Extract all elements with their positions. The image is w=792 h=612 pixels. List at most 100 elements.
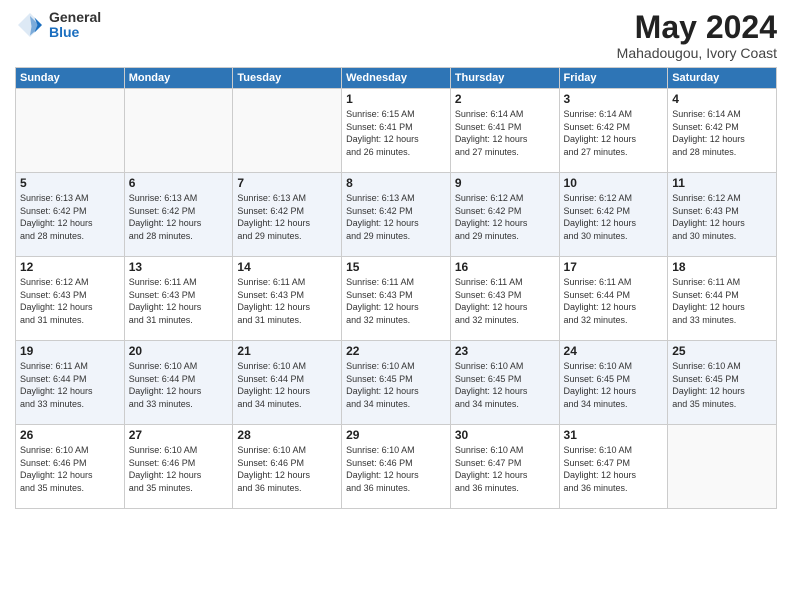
calendar-cell: 9 Sunrise: 6:12 AM Sunset: 6:42 PM Daylig… (450, 173, 559, 257)
cell-info: Sunrise: 6:10 AM Sunset: 6:46 PM Dayligh… (20, 444, 120, 494)
cell-info: Sunrise: 6:10 AM Sunset: 6:45 PM Dayligh… (455, 360, 555, 410)
calendar-cell: 27 Sunrise: 6:10 AM Sunset: 6:46 PM Dayli… (124, 425, 233, 509)
cell-info: Sunrise: 6:12 AM Sunset: 6:43 PM Dayligh… (672, 192, 772, 242)
day-number: 20 (129, 344, 229, 358)
calendar-cell: 18Sunrise: 6:11 AM Sunset: 6:44 PM Dayli… (668, 257, 777, 341)
location: Mahadougou, Ivory Coast (617, 45, 777, 61)
header-wednesday: Wednesday (342, 68, 451, 89)
day-number: 27 (129, 428, 229, 442)
calendar-cell: 2 Sunrise: 6:14 AM Sunset: 6:41 PM Daylig… (450, 89, 559, 173)
cell-info: Sunrise: 6:14 AM Sunset: 6:42 PM Dayligh… (564, 108, 664, 158)
calendar-cell: 7 Sunrise: 6:13 AM Sunset: 6:42 PM Daylig… (233, 173, 342, 257)
day-number: 14 (237, 260, 337, 274)
calendar-header-row: SundayMondayTuesdayWednesdayThursdayFrid… (16, 68, 777, 89)
week-row-0: 1 Sunrise: 6:15 AM Sunset: 6:41 PM Daylig… (16, 89, 777, 173)
month-year: May 2024 (617, 10, 777, 45)
cell-info: Sunrise: 6:14 AM Sunset: 6:41 PM Dayligh… (455, 108, 555, 158)
calendar-cell: 3 Sunrise: 6:14 AM Sunset: 6:42 PM Daylig… (559, 89, 668, 173)
logo-text: General Blue (49, 10, 101, 41)
header-tuesday: Tuesday (233, 68, 342, 89)
cell-info: Sunrise: 6:14 AM Sunset: 6:42 PM Dayligh… (672, 108, 772, 158)
cell-info: Sunrise: 6:12 AM Sunset: 6:43 PM Dayligh… (20, 276, 120, 326)
calendar-cell: 26 Sunrise: 6:10 AM Sunset: 6:46 PM Dayli… (16, 425, 125, 509)
calendar-cell: 10 Sunrise: 6:12 AM Sunset: 6:42 PM Dayli… (559, 173, 668, 257)
calendar-cell (124, 89, 233, 173)
day-number: 26 (20, 428, 120, 442)
day-number: 28 (237, 428, 337, 442)
cell-info: Sunrise: 6:10 AM Sunset: 6:45 PM Dayligh… (672, 360, 772, 410)
calendar-cell: 6Sunrise: 6:13 AM Sunset: 6:42 PM Daylig… (124, 173, 233, 257)
day-number: 23 (455, 344, 555, 358)
cell-info: Sunrise: 6:10 AM Sunset: 6:46 PM Dayligh… (346, 444, 446, 494)
cell-info: Sunrise: 6:11 AM Sunset: 6:44 PM Dayligh… (20, 360, 120, 410)
day-number: 5 (20, 176, 120, 190)
calendar-cell: 30 Sunrise: 6:10 AM Sunset: 6:47 PM Dayli… (450, 425, 559, 509)
calendar-cell: 23 Sunrise: 6:10 AM Sunset: 6:45 PM Dayli… (450, 341, 559, 425)
header-monday: Monday (124, 68, 233, 89)
day-number: 30 (455, 428, 555, 442)
day-number: 29 (346, 428, 446, 442)
day-number: 3 (564, 92, 664, 106)
calendar-cell: 8Sunrise: 6:13 AM Sunset: 6:42 PM Daylig… (342, 173, 451, 257)
logo: General Blue (15, 10, 101, 41)
calendar-cell: 1 Sunrise: 6:15 AM Sunset: 6:41 PM Daylig… (342, 89, 451, 173)
cell-info: Sunrise: 6:11 AM Sunset: 6:43 PM Dayligh… (129, 276, 229, 326)
week-row-2: 12 Sunrise: 6:12 AM Sunset: 6:43 PM Dayli… (16, 257, 777, 341)
calendar-cell: 16 Sunrise: 6:11 AM Sunset: 6:43 PM Dayli… (450, 257, 559, 341)
day-number: 17 (564, 260, 664, 274)
calendar-cell (668, 425, 777, 509)
day-number: 13 (129, 260, 229, 274)
day-number: 10 (564, 176, 664, 190)
cell-info: Sunrise: 6:13 AM Sunset: 6:42 PM Dayligh… (346, 192, 446, 242)
calendar-cell: 11 Sunrise: 6:12 AM Sunset: 6:43 PM Dayli… (668, 173, 777, 257)
week-row-3: 19 Sunrise: 6:11 AM Sunset: 6:44 PM Dayli… (16, 341, 777, 425)
cell-info: Sunrise: 6:10 AM Sunset: 6:44 PM Dayligh… (129, 360, 229, 410)
cell-info: Sunrise: 6:13 AM Sunset: 6:42 PM Dayligh… (237, 192, 337, 242)
calendar-cell: 25Sunrise: 6:10 AM Sunset: 6:45 PM Dayli… (668, 341, 777, 425)
day-number: 1 (346, 92, 446, 106)
day-number: 11 (672, 176, 772, 190)
day-number: 31 (564, 428, 664, 442)
day-number: 6 (129, 176, 229, 190)
cell-info: Sunrise: 6:10 AM Sunset: 6:45 PM Dayligh… (346, 360, 446, 410)
calendar-cell: 13 Sunrise: 6:11 AM Sunset: 6:43 PM Dayli… (124, 257, 233, 341)
header-sunday: Sunday (16, 68, 125, 89)
calendar-cell: 28 Sunrise: 6:10 AM Sunset: 6:46 PM Dayli… (233, 425, 342, 509)
header-saturday: Saturday (668, 68, 777, 89)
cell-info: Sunrise: 6:10 AM Sunset: 6:47 PM Dayligh… (455, 444, 555, 494)
calendar-cell: 19 Sunrise: 6:11 AM Sunset: 6:44 PM Dayli… (16, 341, 125, 425)
calendar-cell: 22 Sunrise: 6:10 AM Sunset: 6:45 PM Dayli… (342, 341, 451, 425)
calendar-cell (16, 89, 125, 173)
calendar-cell: 15Sunrise: 6:11 AM Sunset: 6:43 PM Dayli… (342, 257, 451, 341)
calendar-cell (233, 89, 342, 173)
day-number: 2 (455, 92, 555, 106)
day-number: 7 (237, 176, 337, 190)
calendar-cell: 12 Sunrise: 6:12 AM Sunset: 6:43 PM Dayli… (16, 257, 125, 341)
calendar-cell: 17Sunrise: 6:11 AM Sunset: 6:44 PM Dayli… (559, 257, 668, 341)
day-number: 12 (20, 260, 120, 274)
header-thursday: Thursday (450, 68, 559, 89)
calendar-cell: 31Sunrise: 6:10 AM Sunset: 6:47 PM Dayli… (559, 425, 668, 509)
cell-info: Sunrise: 6:11 AM Sunset: 6:43 PM Dayligh… (237, 276, 337, 326)
cell-info: Sunrise: 6:15 AM Sunset: 6:41 PM Dayligh… (346, 108, 446, 158)
cell-info: Sunrise: 6:10 AM Sunset: 6:46 PM Dayligh… (237, 444, 337, 494)
day-number: 9 (455, 176, 555, 190)
calendar: SundayMondayTuesdayWednesdayThursdayFrid… (15, 67, 777, 509)
cell-info: Sunrise: 6:10 AM Sunset: 6:46 PM Dayligh… (129, 444, 229, 494)
calendar-cell: 14 Sunrise: 6:11 AM Sunset: 6:43 PM Dayli… (233, 257, 342, 341)
day-number: 19 (20, 344, 120, 358)
page: General Blue May 2024 Mahadougou, Ivory … (0, 0, 792, 612)
header-friday: Friday (559, 68, 668, 89)
cell-info: Sunrise: 6:12 AM Sunset: 6:42 PM Dayligh… (455, 192, 555, 242)
day-number: 18 (672, 260, 772, 274)
cell-info: Sunrise: 6:12 AM Sunset: 6:42 PM Dayligh… (564, 192, 664, 242)
day-number: 22 (346, 344, 446, 358)
day-number: 24 (564, 344, 664, 358)
day-number: 16 (455, 260, 555, 274)
calendar-cell: 29 Sunrise: 6:10 AM Sunset: 6:46 PM Dayli… (342, 425, 451, 509)
cell-info: Sunrise: 6:11 AM Sunset: 6:43 PM Dayligh… (455, 276, 555, 326)
calendar-cell: 5Sunrise: 6:13 AM Sunset: 6:42 PM Daylig… (16, 173, 125, 257)
logo-general: General (49, 10, 101, 25)
week-row-1: 5 Sunrise: 6:13 AM Sunset: 6:42 PM Daylig… (16, 173, 777, 257)
title-block: May 2024 Mahadougou, Ivory Coast (617, 10, 777, 61)
